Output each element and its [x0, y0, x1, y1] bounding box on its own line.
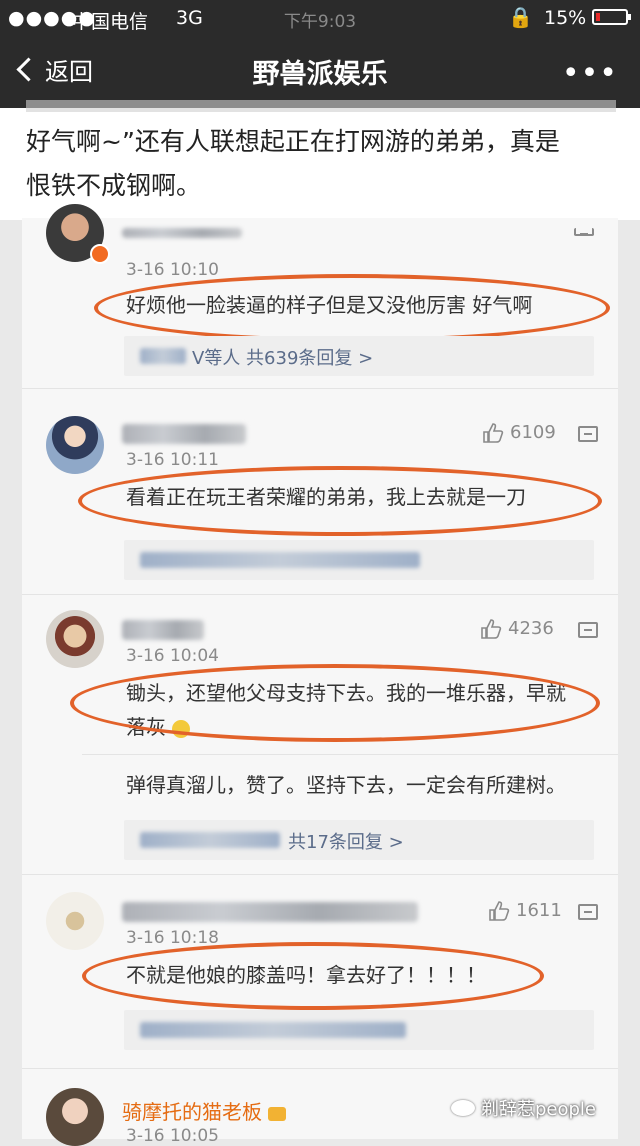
like-button[interactable]: 1611	[488, 900, 562, 921]
comment-icon[interactable]	[578, 622, 598, 638]
divider	[22, 1068, 618, 1069]
comment-icon[interactable]	[578, 904, 598, 920]
battery-icon	[592, 9, 631, 25]
like-button[interactable]: 4236	[480, 618, 554, 639]
crown-badge-icon	[268, 1106, 287, 1121]
avatar[interactable]	[46, 1088, 104, 1146]
like-count: 1611	[516, 900, 562, 921]
thumbs-up-icon	[489, 900, 510, 921]
reply-user-blurred	[140, 348, 186, 364]
divider	[82, 754, 618, 755]
avatar[interactable]	[46, 416, 104, 474]
comment-text-line-1: 锄头，还望他父母支持下去。我的一堆乐器，早就	[126, 681, 566, 705]
comment-icon[interactable]	[574, 228, 594, 236]
comment-icon[interactable]	[578, 426, 598, 442]
username-blurred	[122, 228, 242, 238]
article-line-2: 恨铁不成钢啊。	[26, 171, 202, 200]
watermark-text: 剃辞惹people	[480, 1099, 596, 1120]
cropped-text-line	[26, 100, 616, 112]
comment-time: 3-16 10:05	[126, 1126, 219, 1146]
username-blurred	[122, 902, 418, 922]
battery-percent: 15%	[544, 7, 587, 29]
like-count: 4236	[508, 618, 554, 639]
comment-time: 3-16 10:18	[126, 928, 219, 948]
page-title: 野兽派娱乐	[252, 59, 388, 90]
reply-user-blurred	[140, 832, 280, 848]
status-bar: ●●●●● 中国电信 3G 下午9:03 🔒 15%	[0, 0, 640, 36]
divider	[22, 874, 618, 875]
rotation-lock-icon: 🔒	[508, 5, 533, 29]
comment-text: 好烦他一脸装逼的样子但是又没他厉害 好气啊	[126, 293, 533, 317]
username-blurred	[122, 620, 204, 640]
divider	[22, 388, 618, 389]
reply-summary[interactable]	[124, 1010, 594, 1050]
comment-text-line-2: 落灰	[126, 710, 566, 744]
username[interactable]: 骑摩托的猫老板	[122, 1096, 287, 1125]
comment-time: 3-16 10:10	[126, 260, 219, 280]
verified-badge-icon	[90, 244, 110, 264]
like-button[interactable]: 6109	[482, 422, 556, 443]
reply-summary-blurred	[140, 1022, 406, 1038]
article-paragraph: 好气啊~”还有人联想起正在打网游的弟弟，真是 恨铁不成钢啊。	[26, 120, 622, 208]
comment-time: 3-16 10:11	[126, 450, 219, 470]
comment-reply-text: 弹得真溜儿，赞了。坚持下去，一定会有所建树。	[126, 773, 566, 797]
comment-time: 3-16 10:04	[126, 646, 219, 666]
thumbs-up-icon	[483, 422, 504, 443]
wechat-logo-icon	[450, 1100, 475, 1116]
username-blurred	[122, 424, 246, 444]
comment-text: 锄头，还望他父母支持下去。我的一堆乐器，早就 落灰	[126, 676, 566, 744]
comments-screenshot: 3-16 10:10 好烦他一脸装逼的样子但是又没他厉害 好气啊 V等人 共63…	[22, 204, 618, 1146]
divider	[22, 594, 618, 595]
emoji-icon	[172, 719, 191, 738]
reply-summary[interactable]: V等人 共639条回复 >	[124, 336, 594, 376]
nav-bar: 返回 野兽派娱乐 •••	[0, 36, 640, 108]
comment-text: 不就是他娘的膝盖吗！拿去好了！！！！	[126, 963, 486, 987]
article-body: 好气啊~”还有人联想起正在打网游的弟弟，真是 恨铁不成钢啊。	[0, 100, 640, 220]
avatar[interactable]	[46, 610, 104, 668]
reply-summary[interactable]	[124, 540, 594, 580]
thumbs-up-icon	[481, 618, 502, 639]
avatar[interactable]	[46, 892, 104, 950]
article-line-1: 好气啊~”还有人联想起正在打网游的弟弟，真是	[26, 127, 560, 156]
reply-summary-blurred	[140, 552, 420, 568]
more-options-button[interactable]: •••	[562, 56, 618, 91]
like-count: 6109	[510, 422, 556, 443]
watermark: 剃辞惹people	[450, 1095, 596, 1121]
comment-text: 看着正在玩王者荣耀的弟弟，我上去就是一刀	[126, 485, 526, 509]
reply-count-link: 共17条回复 >	[288, 832, 404, 853]
reply-summary[interactable]: 共17条回复 >	[124, 820, 594, 860]
reply-count-link: V等人 共639条回复 >	[192, 348, 374, 369]
